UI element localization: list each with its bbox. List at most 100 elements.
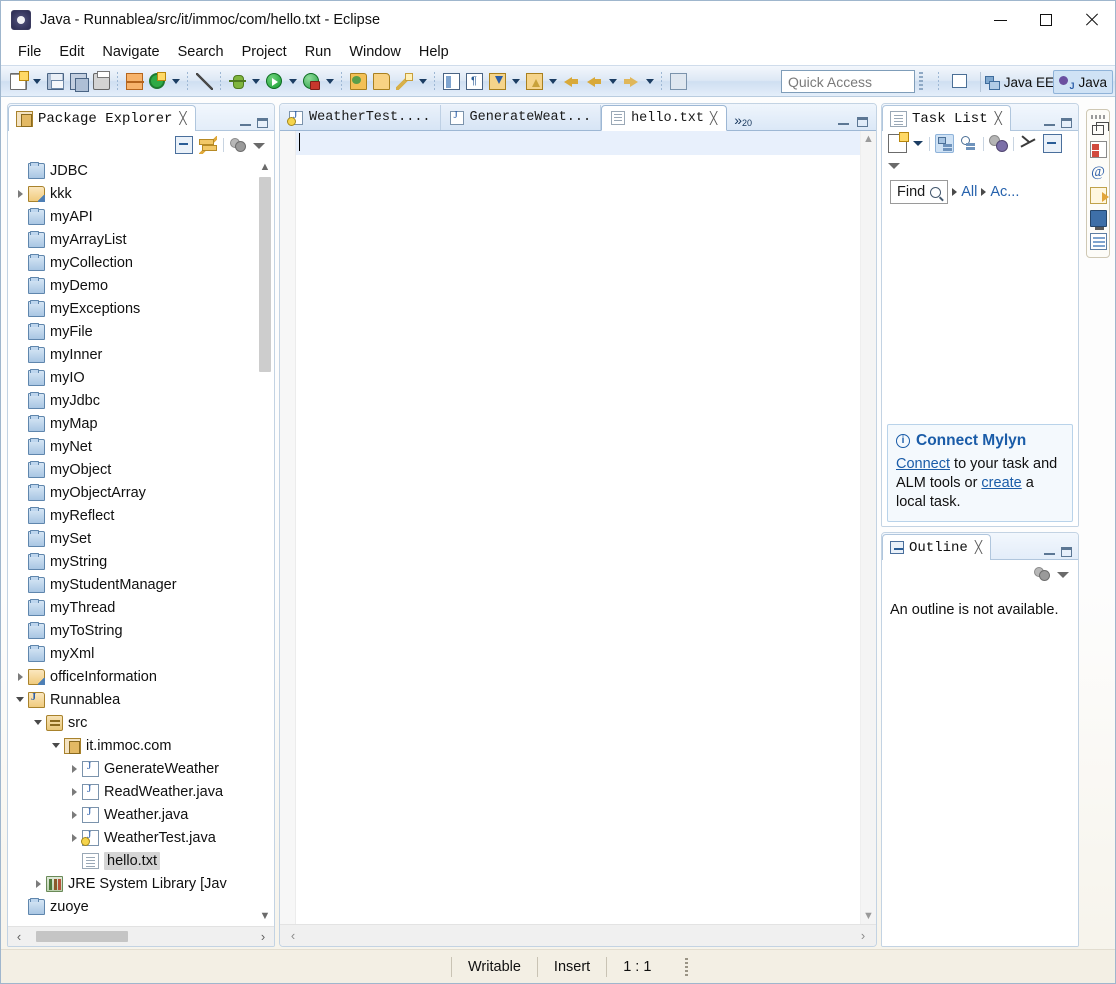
close-icon[interactable]: ╳ — [179, 111, 186, 126]
run-dropdown-icon[interactable] — [286, 69, 299, 93]
tree-item[interactable]: myObjectArray — [8, 481, 274, 504]
chevron-right-icon[interactable] — [66, 780, 82, 803]
tree-item[interactable]: myMap — [8, 412, 274, 435]
open-type-button[interactable] — [370, 69, 392, 93]
tree-item[interactable]: myToString — [8, 619, 274, 642]
tree-item[interactable]: ReadWeather.java — [8, 780, 274, 803]
tree-item[interactable]: myNet — [8, 435, 274, 458]
maximize-view-icon[interactable] — [1061, 118, 1072, 128]
editor-tab-weathertest[interactable]: WeatherTest.... — [280, 105, 441, 130]
minimize-button[interactable] — [977, 1, 1023, 39]
menu-navigate[interactable]: Navigate — [93, 42, 168, 62]
fast-view-grip[interactable] — [1091, 115, 1105, 119]
tree-item[interactable]: myReflect — [8, 504, 274, 527]
collapse-all-icon[interactable] — [175, 136, 193, 154]
tree-item[interactable]: GenerateWeather — [8, 757, 274, 780]
next-annotation-dropdown-icon[interactable] — [509, 69, 522, 93]
tab-task-list[interactable]: Task List ╳ — [882, 105, 1011, 131]
show-whitespace-button[interactable]: ¶ — [463, 69, 485, 93]
new-java-package-button[interactable] — [347, 69, 369, 93]
close-icon[interactable]: ╳ — [995, 111, 1002, 126]
quick-fix-wand-button[interactable] — [393, 69, 415, 93]
next-annotation-button[interactable] — [486, 69, 508, 93]
filter-activate[interactable]: Ac... — [990, 184, 1019, 200]
minimize-view-icon[interactable] — [1044, 548, 1055, 556]
tree-item[interactable]: myCollection — [8, 251, 274, 274]
filter-all[interactable]: All — [961, 184, 977, 200]
scroll-down-icon[interactable]: ▼ — [258, 908, 272, 924]
tree-item[interactable]: myString — [8, 550, 274, 573]
tree-item[interactable]: zuoye — [8, 895, 274, 918]
perspective-java-ee[interactable]: Java EE — [980, 70, 1059, 94]
menu-window[interactable]: Window — [340, 42, 410, 62]
toggle-mark-occurrences-button[interactable] — [193, 69, 215, 93]
chevron-down-icon[interactable] — [30, 711, 46, 734]
problems-icon[interactable] — [1089, 141, 1107, 158]
save-all-button[interactable] — [67, 69, 89, 93]
chevron-right-icon[interactable] — [66, 757, 82, 780]
editor-text-area[interactable] — [296, 131, 860, 924]
editor-margin-ruler[interactable] — [280, 131, 296, 924]
pin-editor-button[interactable] — [667, 69, 689, 93]
tree-horizontal-scrollbar[interactable]: ‹ › — [8, 926, 274, 946]
scroll-right-icon[interactable]: › — [850, 928, 876, 943]
tree-item[interactable]: src — [8, 711, 274, 734]
forward-dropdown-icon[interactable] — [643, 69, 656, 93]
previous-annotation-dropdown-icon[interactable] — [546, 69, 559, 93]
back-dropdown-icon[interactable] — [606, 69, 619, 93]
menu-help[interactable]: Help — [410, 42, 458, 62]
refresh-dropdown-icon[interactable] — [169, 69, 182, 93]
scroll-up-icon[interactable]: ▲ — [861, 131, 876, 147]
find-input[interactable]: Find — [890, 180, 949, 204]
new-java-project-button[interactable] — [123, 69, 145, 93]
editor-tab-hello-txt[interactable]: hello.txt ╳ — [601, 105, 728, 131]
scroll-down-icon[interactable]: ▼ — [861, 908, 876, 924]
save-button[interactable] — [44, 69, 66, 93]
tree-item[interactable]: myFile — [8, 320, 274, 343]
collapse-all-icon[interactable] — [1043, 134, 1062, 153]
menu-edit[interactable]: Edit — [50, 42, 93, 62]
restore-view-icon[interactable] — [1092, 122, 1109, 135]
minimize-editor-icon[interactable] — [838, 118, 849, 126]
tree-item[interactable]: JRE System Library [Jav — [8, 872, 274, 895]
link-with-editor-icon[interactable] — [199, 136, 217, 154]
chevron-right-icon[interactable] — [66, 803, 82, 826]
quick-access-input[interactable]: Quick Access — [781, 70, 915, 93]
mylyn-create-link[interactable]: create — [981, 475, 1021, 491]
console-icon[interactable] — [1089, 210, 1107, 230]
tree-vertical-scrollbar[interactable]: ▲ ▼ — [258, 159, 272, 924]
wand-dropdown-icon[interactable] — [416, 69, 429, 93]
view-menu-icon[interactable] — [252, 138, 266, 152]
package-explorer-tree[interactable]: JDBC kkk myAPI myArrayList myCollection myDem… — [8, 157, 274, 926]
close-button[interactable] — [1069, 1, 1115, 39]
javadoc-icon[interactable] — [1089, 187, 1109, 204]
tree-item[interactable]: mySet — [8, 527, 274, 550]
menu-file[interactable]: File — [9, 42, 50, 62]
tab-outline[interactable]: Outline ╳ — [882, 534, 992, 560]
menu-run[interactable]: Run — [296, 42, 341, 62]
run-button[interactable] — [263, 69, 285, 93]
tree-item[interactable]: JDBC — [8, 159, 274, 182]
status-resize-grip[interactable] — [685, 957, 689, 976]
debug-button[interactable] — [226, 69, 248, 93]
minimize-view-icon[interactable] — [240, 119, 251, 127]
tree-item[interactable]: myThread — [8, 596, 274, 619]
tree-item[interactable]: myAPI — [8, 205, 274, 228]
menu-search[interactable]: Search — [169, 42, 233, 62]
tree-item[interactable]: Runnablea — [8, 688, 274, 711]
tree-item[interactable]: myStudentManager — [8, 573, 274, 596]
chevron-right-icon[interactable] — [30, 872, 46, 895]
close-icon[interactable]: ╳ — [975, 540, 982, 555]
new-wizard-button[interactable] — [7, 69, 29, 93]
open-perspective-button[interactable] — [949, 72, 969, 92]
new-task-dropdown-icon[interactable] — [912, 134, 924, 153]
scroll-up-icon[interactable]: ▲ — [258, 159, 272, 175]
deactivate-task-icon[interactable] — [1019, 134, 1038, 153]
tree-item[interactable]: myInner — [8, 343, 274, 366]
tree-item[interactable]: myObject — [8, 458, 274, 481]
scroll-left-icon[interactable]: ‹ — [8, 929, 30, 944]
mylyn-connect-link[interactable]: Connect — [896, 456, 950, 472]
toggle-block-selection-button[interactable] — [440, 69, 462, 93]
minimize-view-icon[interactable] — [1044, 119, 1055, 127]
new-task-icon[interactable] — [888, 132, 909, 153]
